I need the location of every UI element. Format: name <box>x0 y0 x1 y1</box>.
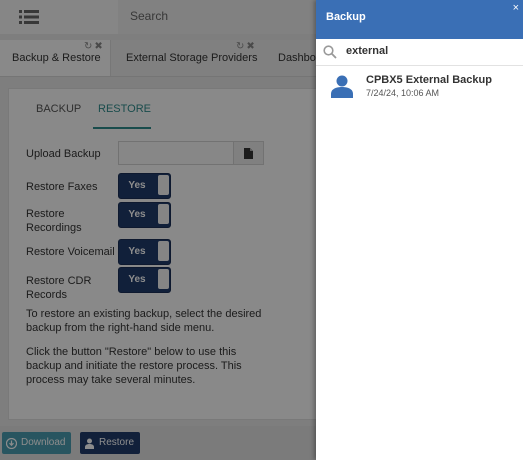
close-icon[interactable]: × <box>513 3 519 14</box>
drawer-title: Backup <box>326 11 366 23</box>
backup-list-item[interactable]: CPBX5 External Backup 7/24/24, 10:06 AM <box>316 66 523 106</box>
user-icon <box>331 75 353 98</box>
search-icon <box>323 45 337 59</box>
backup-drawer: Backup × external CPBX5 External Backup … <box>316 0 523 460</box>
backup-date: 7/24/24, 10:06 AM <box>366 88 440 98</box>
backup-search-input[interactable]: external <box>316 39 523 66</box>
drawer-header: Backup × <box>316 0 523 39</box>
backup-name: CPBX5 External Backup <box>366 74 492 86</box>
search-value: external <box>346 45 389 57</box>
